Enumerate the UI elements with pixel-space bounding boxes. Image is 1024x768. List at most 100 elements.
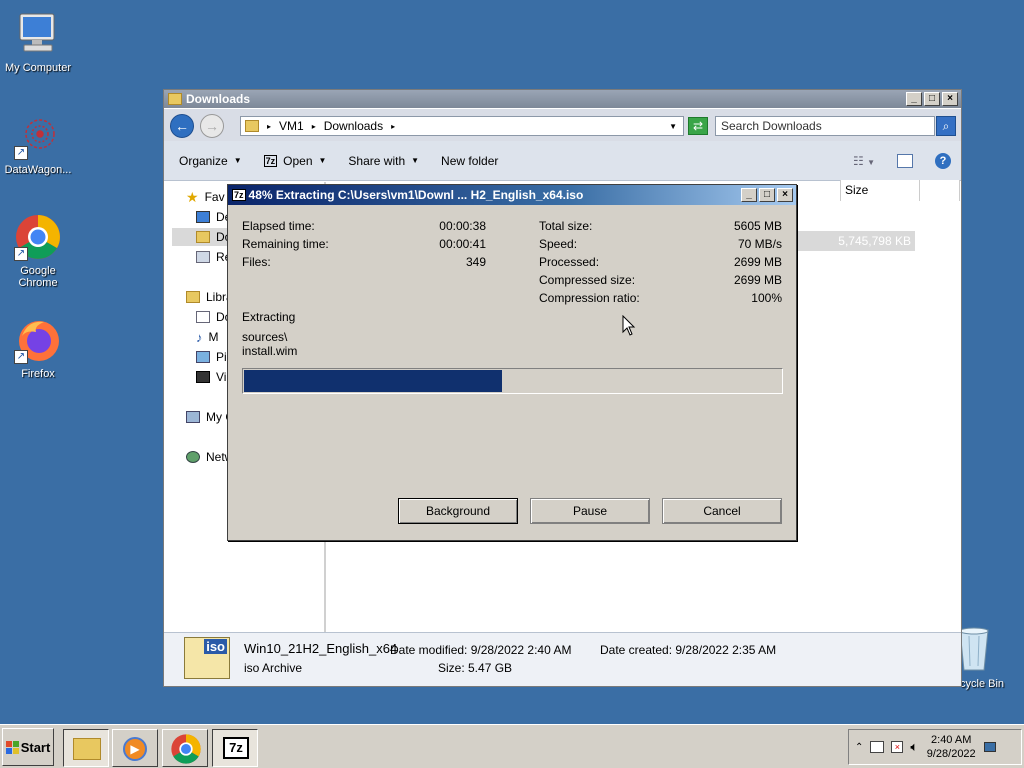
taskbar-media-player-button[interactable]: ▶ xyxy=(112,729,158,767)
forward-arrow-icon: → xyxy=(205,118,219,134)
chrome-icon xyxy=(171,734,201,764)
search-icon: ⌕ xyxy=(942,119,950,133)
desktop-icon-firefox[interactable]: ↗ Firefox xyxy=(0,316,76,380)
shortcut-arrow-icon: ↗ xyxy=(14,247,28,261)
breadcrumb-vm1[interactable]: VM1 xyxy=(279,119,304,133)
shortcut-arrow-icon: ↗ xyxy=(14,146,28,160)
cancel-button[interactable]: Cancel xyxy=(662,498,782,524)
refresh-icon: ⇄ xyxy=(692,119,704,133)
maximize-button[interactable]: □ xyxy=(759,188,775,202)
back-button[interactable]: ← xyxy=(170,114,194,138)
taskbar-explorer-button[interactable] xyxy=(63,729,109,767)
remaining-time-label: Remaining time: xyxy=(242,237,329,251)
iso-file-icon: iso xyxy=(184,637,230,679)
clock-date: 9/28/2022 xyxy=(926,748,976,760)
desktop-icon-my-computer[interactable]: My Computer xyxy=(0,10,76,74)
nav-pictures[interactable]: Pi xyxy=(196,348,227,366)
search-box[interactable]: Search Downloads xyxy=(715,116,935,136)
windows-logo-icon xyxy=(5,740,19,754)
elapsed-time-label: Elapsed time: xyxy=(242,219,315,233)
preview-pane-icon[interactable] xyxy=(897,153,913,168)
desktop-icon-label: My Computer xyxy=(4,62,72,74)
help-icon[interactable]: ? xyxy=(935,152,951,169)
desktop-icon-datawagon[interactable]: ↗ DataWagon... xyxy=(0,112,76,176)
column-header-extra[interactable] xyxy=(920,180,960,201)
minimize-button[interactable]: _ xyxy=(741,188,757,202)
libraries-icon xyxy=(186,291,200,303)
new-folder-button[interactable]: New folder xyxy=(441,154,498,168)
maximize-button[interactable]: □ xyxy=(924,92,940,106)
desktop-icon xyxy=(196,211,210,223)
downloads-folder-icon xyxy=(196,231,210,243)
background-button[interactable]: Background xyxy=(398,498,518,524)
organize-button[interactable]: Organize ▼ xyxy=(179,154,242,168)
action-center-icon[interactable]: × xyxy=(891,741,904,753)
speed-label: Speed: xyxy=(539,237,578,251)
minimize-button[interactable]: _ xyxy=(906,92,922,106)
processed-value: 2699 MB xyxy=(733,255,782,269)
taskbar-7zip-button[interactable]: 7z xyxy=(212,729,258,767)
address-bar[interactable]: ▸ VM1 ▸ Downloads ▸ ▼ xyxy=(240,116,684,136)
address-dropdown-icon[interactable]: ▼ xyxy=(669,122,677,131)
breadcrumb-downloads[interactable]: Downloads xyxy=(324,119,383,133)
pictures-icon xyxy=(196,351,210,363)
details-pane: iso Win10_21H2_English_x64 iso Archive D… xyxy=(164,632,961,686)
open-button[interactable]: 7z Open ▼ xyxy=(263,154,326,168)
nav-libraries[interactable]: Libra xyxy=(186,288,233,306)
volume-icon[interactable]: 🔈︎ xyxy=(910,739,918,755)
command-bar: Organize ▼ 7z Open ▼ Share with ▼ New folder… xyxy=(164,141,961,181)
explorer-titlebar[interactable]: Downloads _ □ × xyxy=(164,90,961,108)
file-row-selected[interactable]: 5,745,798 KB xyxy=(798,231,915,251)
nav-videos[interactable]: Vi xyxy=(196,368,226,386)
network-tray-icon[interactable] xyxy=(870,741,885,753)
close-button[interactable]: × xyxy=(942,92,958,106)
desktop-icon-label: Google Chrome xyxy=(18,265,58,289)
system-tray: ⌃ × 🔈︎ 2:40 AM 9/28/2022 xyxy=(848,729,1022,765)
search-button[interactable]: ⌕ xyxy=(936,116,956,136)
7z-icon: 7z xyxy=(223,737,249,759)
compressed-size-label: Compressed size: xyxy=(539,273,636,287)
compression-ratio-value: 100% xyxy=(751,291,782,305)
nav-music[interactable]: ♪ M xyxy=(196,328,219,346)
pause-button[interactable]: Pause xyxy=(530,498,650,524)
details-filetype: iso Archive xyxy=(244,661,303,675)
documents-icon xyxy=(196,311,210,323)
extraction-progress-bar xyxy=(242,368,783,394)
processed-label: Processed: xyxy=(539,255,600,269)
back-arrow-icon: ← xyxy=(175,118,189,134)
nav-favorites[interactable]: ★ Fav xyxy=(186,188,225,206)
column-header-size[interactable]: Size xyxy=(840,180,920,201)
total-size-label: Total size: xyxy=(539,219,593,233)
compressed-size-value: 2699 MB xyxy=(733,273,782,287)
computer-icon xyxy=(186,411,200,423)
search-input[interactable]: Search Downloads xyxy=(721,119,822,133)
desktop-icon-label: DataWagon... xyxy=(4,164,72,176)
close-button[interactable]: × xyxy=(777,188,793,202)
extract-dialog-titlebar[interactable]: 7z 48% Extracting C:\Users\vm1\Downl ...… xyxy=(228,185,796,205)
taskbar-chrome-button[interactable] xyxy=(162,729,208,767)
details-date-modified: Date modified: 9/28/2022 2:40 AM xyxy=(390,643,572,657)
extracting-status: Extracting xyxy=(242,310,296,324)
recent-places-icon xyxy=(196,251,210,263)
desktop-icon-label: Firefox xyxy=(21,368,55,380)
7z-app-icon: 7z xyxy=(232,189,246,201)
show-hidden-icons-icon[interactable]: ⌃ xyxy=(855,742,863,753)
start-button[interactable]: Start xyxy=(2,728,54,766)
details-filename: Win10_21H2_English_x64 xyxy=(244,641,398,656)
view-options-icon[interactable]: ☷ ▼ xyxy=(853,154,875,168)
7z-icon: 7z xyxy=(263,154,278,167)
desktop-icon-chrome[interactable]: ↗ Google Chrome xyxy=(0,213,76,289)
datawagon-icon: ↗ xyxy=(14,112,62,160)
share-with-button[interactable]: Share with ▼ xyxy=(348,154,419,168)
extract-dialog: 7z 48% Extracting C:\Users\vm1\Downl ...… xyxy=(227,184,797,541)
files-label: Files: xyxy=(242,255,271,269)
forward-button[interactable]: → xyxy=(200,114,224,138)
show-desktop-icon[interactable] xyxy=(984,742,997,752)
address-bar-row: ← → ▸ VM1 ▸ Downloads ▸ ▼ ⇄ Search Downl… xyxy=(164,109,961,141)
clock[interactable]: 2:40 AM 9/28/2022 xyxy=(925,733,977,761)
refresh-button[interactable]: ⇄ xyxy=(688,117,708,135)
details-size: Size: 5.47 GB xyxy=(438,661,513,675)
music-icon: ♪ xyxy=(196,329,203,345)
shortcut-arrow-icon: ↗ xyxy=(14,350,28,364)
computer-icon xyxy=(14,10,62,58)
